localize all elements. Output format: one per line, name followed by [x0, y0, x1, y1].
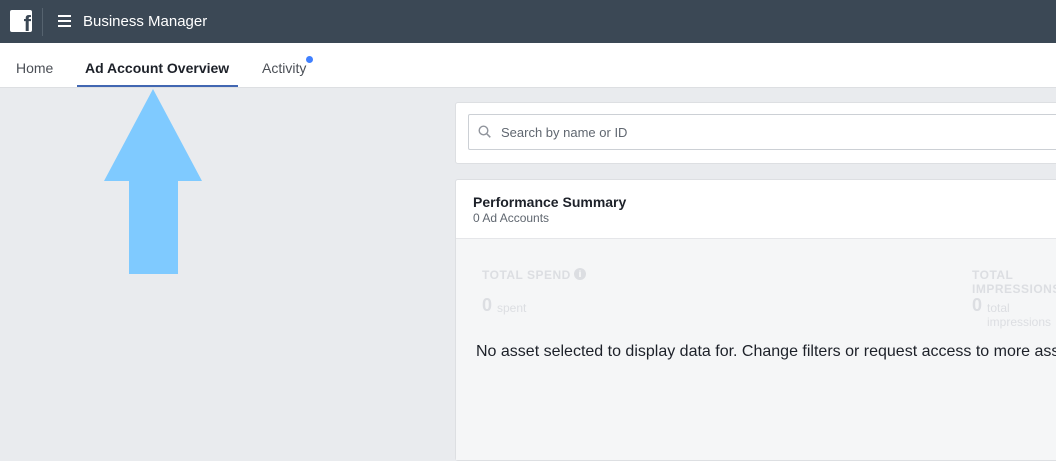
- metric-total-spend-value: 0: [482, 295, 493, 315]
- search-box[interactable]: [468, 114, 1056, 150]
- info-icon[interactable]: i: [574, 268, 586, 280]
- search-card: [455, 102, 1056, 164]
- notification-dot: [306, 56, 313, 63]
- metric-total-impressions-label: TOTAL IMPRESSIONS: [972, 268, 1056, 296]
- app-title: Business Manager: [83, 13, 208, 30]
- search-icon: [478, 125, 491, 138]
- tab-home[interactable]: Home: [16, 60, 53, 76]
- performance-summary-header: Performance Summary 0 Ad Accounts: [456, 180, 1056, 239]
- metric-total-impressions-value: 0: [972, 295, 983, 315]
- tab-bar: Home Ad Account Overview Activity: [0, 43, 1056, 88]
- metric-total-spend-label: TOTAL SPEND: [482, 268, 571, 282]
- search-input[interactable]: [499, 115, 1043, 149]
- metric-total-spend-unit: spent: [497, 301, 527, 315]
- topbar-divider: [42, 8, 43, 36]
- performance-summary-title: Performance Summary: [473, 194, 627, 210]
- facebook-logo-icon[interactable]: f: [10, 10, 32, 35]
- empty-state-message: No asset selected to display data for. C…: [476, 343, 1056, 360]
- tab-activity[interactable]: Activity: [262, 60, 306, 76]
- metric-total-impressions-unit: total impressions: [987, 301, 1052, 329]
- top-bar: f Business Manager: [0, 0, 1056, 43]
- active-tab-indicator: [77, 85, 238, 87]
- performance-summary-body: TOTAL SPEND i 0 spent TOTAL IMPRESSIONS …: [456, 239, 1056, 460]
- tab-ad-account-overview[interactable]: Ad Account Overview: [85, 60, 229, 76]
- up-arrow-icon: [104, 89, 202, 274]
- performance-summary-card: Performance Summary 0 Ad Accounts TOTAL …: [455, 179, 1056, 461]
- ad-accounts-count: 0 Ad Accounts: [473, 211, 550, 225]
- hamburger-menu-icon[interactable]: [58, 15, 71, 27]
